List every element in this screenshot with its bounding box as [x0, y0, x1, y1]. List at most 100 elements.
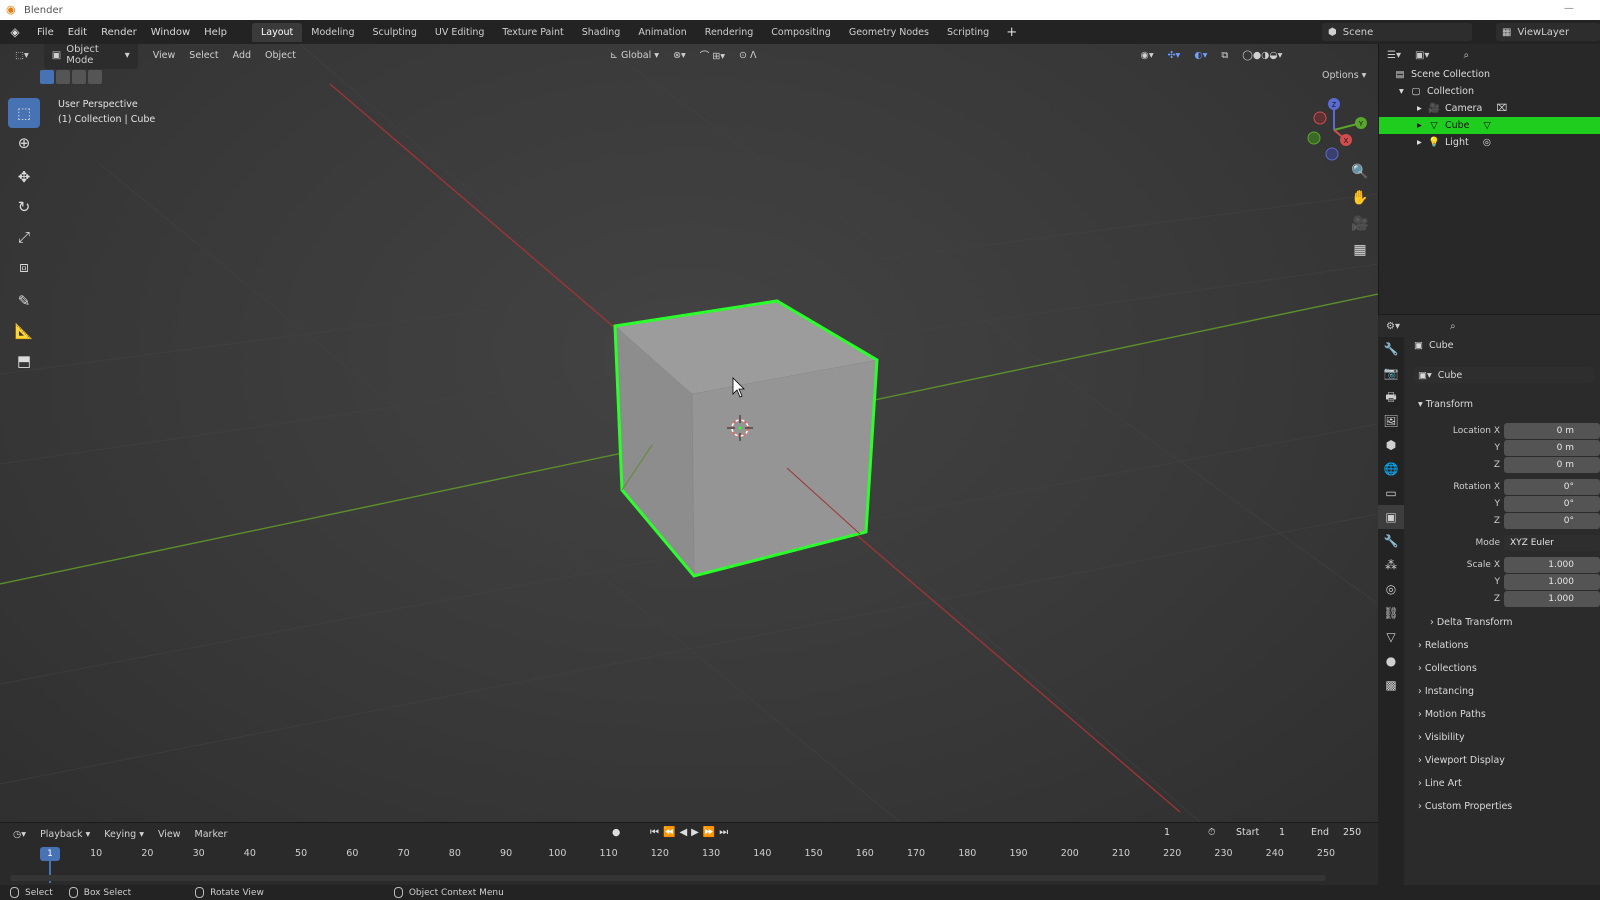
texture-tab-icon[interactable]: ▩ [1378, 673, 1404, 697]
particles-tab-icon[interactable]: ⁂ [1378, 553, 1404, 577]
stopwatch-icon[interactable]: ⏱ [1208, 827, 1215, 838]
collection-tab-icon[interactable]: ▭ [1378, 481, 1404, 505]
menu-edit[interactable]: Edit [61, 27, 94, 38]
playhead-marker[interactable]: 1 [40, 847, 60, 861]
timeline-menu-view[interactable]: View [151, 829, 188, 840]
zoom-icon[interactable]: 🔍 [1346, 164, 1374, 190]
pan-hand-icon[interactable]: ✋ [1346, 190, 1374, 216]
transform-orientation-dropdown[interactable]: ⊾ Global ▾ [603, 48, 666, 63]
location-z-field[interactable]: 0 m [1504, 457, 1600, 473]
expand-right-icon[interactable]: ▸ [1417, 137, 1427, 148]
visibility-section[interactable]: › Visibility [1418, 732, 1465, 743]
overlay-toggle-icon[interactable]: ◐▾ [1187, 48, 1214, 63]
modifier-tab-icon[interactable]: 🔧 [1378, 529, 1404, 553]
tab-uv-editing[interactable]: UV Editing [426, 23, 494, 42]
camera-view-icon[interactable]: 🎥 [1346, 216, 1374, 242]
object-mode-dropdown[interactable]: ▣ Object Mode ▾ [43, 44, 138, 69]
record-icon[interactable]: ● [612, 827, 620, 838]
options-dropdown[interactable]: Options ▾ [1322, 70, 1366, 81]
outliner-row-light[interactable]: ▸ 💡 Light ◎ [1379, 134, 1600, 151]
snap-icon[interactable]: ⌒ ⊞▾ [693, 46, 732, 64]
scale-tool-icon[interactable]: ⤢ [8, 222, 40, 252]
view-layer-tab-icon[interactable]: 🖼 [1378, 409, 1404, 433]
rotation-z-field[interactable]: 0° [1504, 513, 1600, 529]
viewport-display-section[interactable]: › Viewport Display [1418, 755, 1505, 766]
scale-x-field[interactable]: 1.000 [1504, 557, 1600, 573]
select-box-tool-icon[interactable]: ⬚ [8, 98, 40, 128]
physics-tab-icon[interactable]: ◎ [1378, 577, 1404, 601]
timeline-menu-keying[interactable]: Keying ▾ [97, 829, 151, 840]
add-workspace-icon[interactable]: + [998, 25, 1025, 40]
visibility-icon[interactable]: ◉▾ [1134, 48, 1161, 63]
timeline-ruler[interactable]: 10 20 30 40 50 60 70 80 90 100 110 120 130 140 150 160 1… [0, 845, 1378, 863]
viewport-menu-object[interactable]: Object [258, 48, 303, 63]
move-tool-icon[interactable]: ✥ [8, 162, 40, 192]
camera-data-icon[interactable]: ⌧ [1496, 103, 1507, 114]
menu-render[interactable]: Render [94, 27, 144, 38]
select-extend-icon[interactable] [56, 70, 70, 84]
instancing-section[interactable]: › Instancing [1418, 686, 1474, 697]
properties-editor-icon[interactable]: ⚙▾ [1386, 321, 1400, 332]
scale-z-field[interactable]: 1.000 [1504, 591, 1600, 607]
current-frame-field[interactable]: 1 [1164, 827, 1170, 838]
line-art-section[interactable]: › Line Art [1418, 778, 1462, 789]
tab-texture-paint[interactable]: Texture Paint [493, 23, 572, 42]
view-layer-selector[interactable]: ▦ ViewLayer [1496, 23, 1600, 41]
rotation-mode-dropdown[interactable]: XYZ Euler [1504, 535, 1600, 551]
properties-search-icon[interactable]: ⌕ [1450, 321, 1456, 332]
light-data-icon[interactable]: ◎ [1483, 137, 1491, 148]
custom-properties-section[interactable]: › Custom Properties [1418, 801, 1512, 812]
output-tab-icon[interactable]: 🖶 [1378, 385, 1404, 409]
pivot-icon[interactable]: ⊗▾ [666, 48, 693, 63]
editor-type-icon[interactable]: ⬚▾ [8, 48, 36, 63]
start-frame-field[interactable]: 1 [1279, 827, 1285, 838]
tab-shading[interactable]: Shading [573, 23, 630, 42]
location-y-field[interactable]: 0 m [1504, 440, 1600, 456]
shading-mode-icon[interactable]: ◯●◑◒▾ [1235, 48, 1289, 63]
xray-toggle-icon[interactable]: ⧉ [1214, 48, 1235, 63]
object-name-field[interactable]: ▣▾ Cube [1414, 367, 1594, 383]
menu-file[interactable]: File [30, 27, 61, 38]
viewport-menu-select[interactable]: Select [182, 48, 225, 63]
outliner-editor-icon[interactable]: ☰▾ [1387, 50, 1401, 61]
annotate-tool-icon[interactable]: ✎ [8, 286, 40, 316]
3d-viewport[interactable]: Z Y X ⬚▾ ▣ Object Mode ▾ View Select Add… [0, 44, 1378, 822]
expand-down-icon[interactable]: ▾ [1399, 86, 1409, 97]
mesh-data-icon[interactable]: ▽ [1484, 120, 1491, 131]
timeline-menu-marker[interactable]: Marker [188, 829, 235, 840]
tab-animation[interactable]: Animation [629, 23, 695, 42]
transform-tool-icon[interactable]: ⧈ [8, 252, 40, 282]
timeline-scrollbar[interactable] [10, 875, 1326, 881]
select-new-icon[interactable] [40, 70, 54, 84]
outliner-search-icon[interactable]: ⌕ [1463, 50, 1469, 61]
delta-transform-section[interactable]: › Delta Transform [1430, 617, 1512, 628]
playback-controls[interactable]: ⏮⏪◀▶⏩⏭ [650, 827, 732, 838]
scene-selector[interactable]: ⬢ Scene [1322, 23, 1472, 41]
rotation-x-field[interactable]: 0° [1504, 479, 1600, 495]
object-tab-icon[interactable]: ▣ [1378, 505, 1404, 529]
timeline-editor-icon[interactable]: ◷▾ [6, 829, 33, 840]
tab-layout[interactable]: Layout [251, 22, 303, 42]
end-frame-field[interactable]: 250 [1343, 827, 1361, 838]
motion-paths-section[interactable]: › Motion Paths [1418, 709, 1486, 720]
tool-tab-icon[interactable]: 🔧 [1378, 337, 1404, 361]
rotation-y-field[interactable]: 0° [1504, 496, 1600, 512]
display-mode-icon[interactable]: ▣▾ [1415, 50, 1429, 61]
cursor-tool-icon[interactable]: ⊕ [8, 128, 40, 158]
world-tab-icon[interactable]: 🌐 [1378, 457, 1404, 481]
constraints-tab-icon[interactable]: ⛓ [1378, 601, 1404, 625]
scene-tab-icon[interactable]: ⬢ [1378, 433, 1404, 457]
expand-right-icon[interactable]: ▸ [1417, 120, 1427, 131]
blender-menu-icon[interactable]: ◈ [0, 25, 30, 39]
location-x-field[interactable]: 0 m [1504, 423, 1600, 439]
outliner-row-cube[interactable]: ▸ ▽ Cube ▽ [1379, 117, 1600, 134]
rotate-tool-icon[interactable]: ↻ [8, 192, 40, 222]
viewport-menu-add[interactable]: Add [226, 48, 258, 63]
transform-panel-header[interactable]: ▾ Transform [1418, 399, 1473, 410]
ortho-grid-icon[interactable]: ▦ [1346, 242, 1374, 268]
tab-sculpting[interactable]: Sculpting [363, 23, 425, 42]
outliner-row-collection[interactable]: ▾ ▢ Collection [1379, 83, 1600, 100]
select-invert-icon[interactable] [88, 70, 102, 84]
add-cube-tool-icon[interactable]: ⬒ [8, 346, 40, 376]
tab-geometry-nodes[interactable]: Geometry Nodes [840, 23, 938, 42]
